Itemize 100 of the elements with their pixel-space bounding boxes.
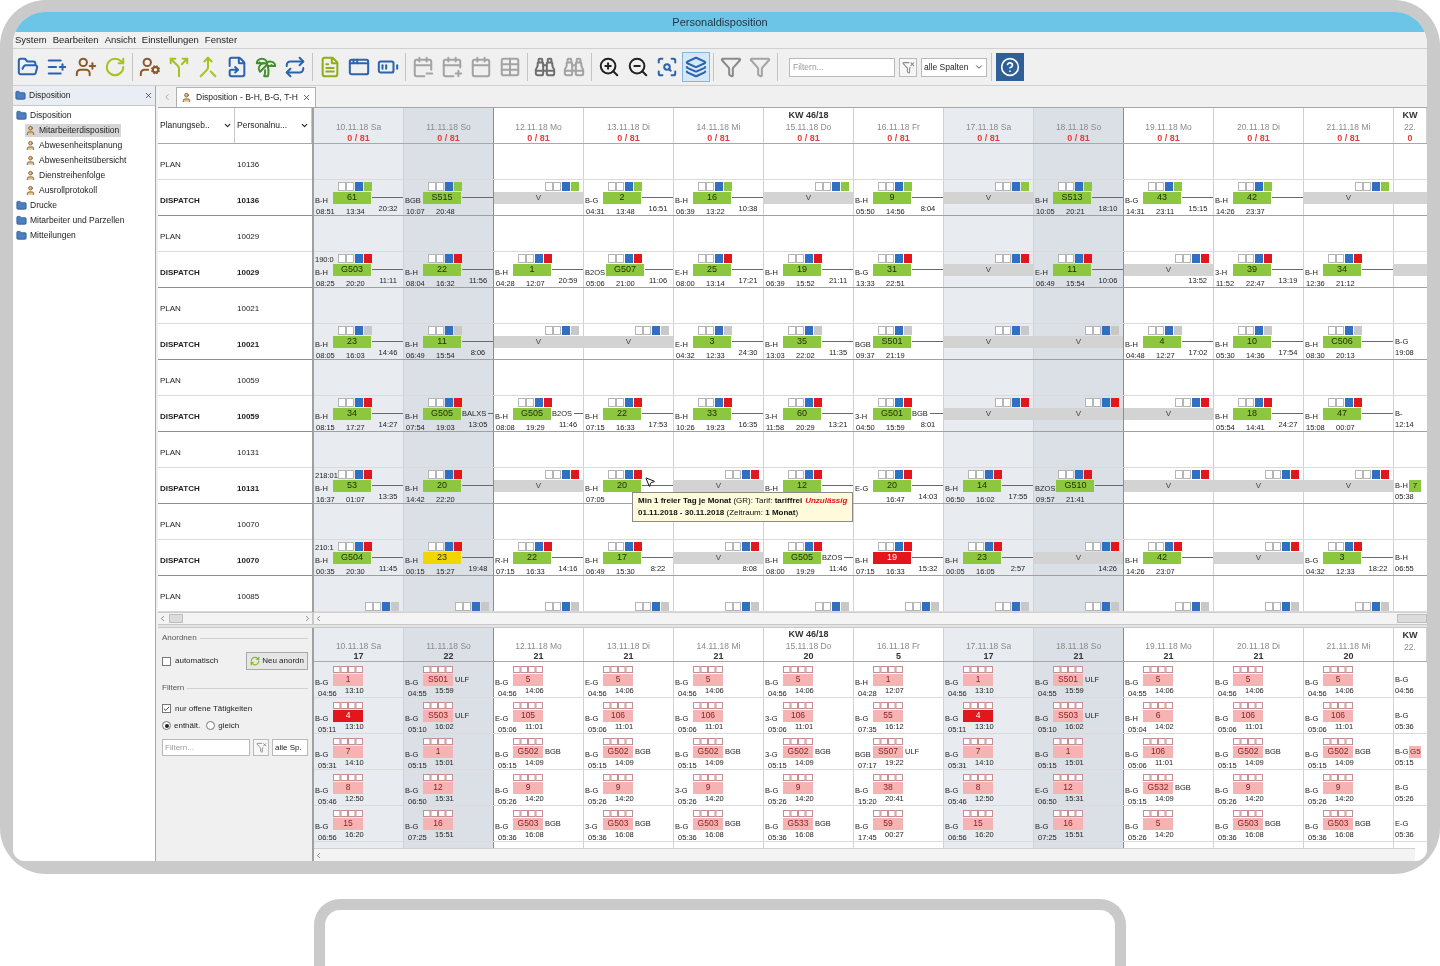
shift-block[interactable]: 9	[873, 191, 911, 204]
shift-block[interactable]: 5	[1233, 673, 1263, 686]
absence-bar[interactable]: V	[1214, 552, 1303, 564]
shift-block[interactable]: S503	[1053, 709, 1083, 722]
shift-block[interactable]: G503	[1323, 817, 1353, 830]
tree-item[interactable]: Mitarbeiter und Parzellen	[16, 214, 127, 227]
shift-block[interactable]: 5	[513, 673, 543, 686]
shift-block[interactable]: 33	[693, 407, 731, 420]
shift-block[interactable]: G533	[783, 817, 813, 830]
shift-block[interactable]: 106	[603, 709, 633, 722]
shift-block[interactable]: G510	[1056, 479, 1095, 492]
shift-block[interactable]: 15	[333, 817, 363, 830]
shift-block[interactable]: 22	[513, 551, 551, 564]
shift-block[interactable]: 31	[873, 263, 911, 276]
filter-field[interactable]: Filtern...	[162, 739, 250, 756]
tree-item[interactable]: Mitteilungen	[16, 229, 78, 242]
shift-block[interactable]: 106	[1323, 709, 1353, 722]
column-select[interactable]: alle Sp.	[272, 739, 308, 756]
shift-block[interactable]: 61	[333, 191, 371, 204]
absence-bar[interactable]: V	[494, 192, 583, 204]
absence-bar[interactable]: V	[674, 480, 763, 492]
shift-block[interactable]: 1	[873, 673, 903, 686]
column-header[interactable]: Planungseb..	[160, 121, 232, 130]
shift-block[interactable]: G503	[513, 817, 543, 830]
shift-block[interactable]: 20	[603, 479, 641, 492]
shift-block[interactable]: 8	[333, 781, 363, 794]
shift-block[interactable]: S503	[423, 709, 453, 722]
shift-block[interactable]: S515	[423, 191, 461, 204]
close-button[interactable]	[143, 90, 153, 101]
column-select[interactable]: alle Spalten	[921, 57, 987, 77]
shift-block[interactable]: 15	[963, 817, 993, 830]
shift-block[interactable]: G502	[1323, 745, 1353, 758]
shift-block[interactable]: 1	[1053, 745, 1083, 758]
shift-block[interactable]: S501	[423, 673, 453, 686]
menu-item[interactable]: System	[15, 35, 47, 45]
rearrange-button[interactable]: Neu anordn	[246, 652, 308, 670]
menu-item[interactable]: Ansicht	[104, 35, 136, 45]
shift-block[interactable]: 1	[423, 745, 453, 758]
shift-block[interactable]: 12	[783, 479, 821, 492]
shift-block[interactable]: 23	[423, 551, 461, 564]
shift-block[interactable]: S507	[873, 745, 903, 758]
shift-block[interactable]: G505	[783, 551, 821, 564]
shift-block[interactable]: 10	[1233, 335, 1271, 348]
shift-block[interactable]: 1	[963, 673, 993, 686]
shift-block[interactable]: 11	[1053, 263, 1091, 276]
shift-block[interactable]: 60	[783, 407, 821, 420]
shift-block[interactable]: 18	[1233, 407, 1271, 420]
shift-block[interactable]: G503	[693, 817, 723, 830]
shift-block[interactable]: 9	[693, 781, 723, 794]
shift-block[interactable]: G501	[873, 407, 911, 420]
shift-block[interactable]: 47	[1323, 407, 1361, 420]
shift-block[interactable]: 11	[423, 335, 461, 348]
shift-block[interactable]: G505	[513, 407, 551, 420]
shift-block[interactable]: 2	[603, 191, 641, 204]
shift-block[interactable]: 6	[1143, 709, 1173, 722]
filter-field[interactable]: Filtern...	[789, 57, 895, 77]
shift-block[interactable]: 17	[603, 551, 641, 564]
shift-block[interactable]: 9	[783, 781, 813, 794]
shift-block[interactable]: 3	[693, 335, 731, 348]
shift-block[interactable]: 9	[603, 781, 633, 794]
shift-block[interactable]: 5	[1143, 673, 1173, 686]
radio-button[interactable]	[206, 721, 216, 730]
horizontal-scrollbar[interactable]	[314, 612, 1427, 624]
menu-item[interactable]: Bearbeiten	[52, 35, 99, 45]
clear-filter-button[interactable]	[899, 57, 917, 77]
horizontal-scrollbar[interactable]	[158, 612, 314, 624]
shift-block[interactable]: 5	[783, 673, 813, 686]
shift-block[interactable]: S513	[1053, 191, 1091, 204]
shift-block[interactable]: 3	[1323, 551, 1361, 564]
shift-block[interactable]: G507	[606, 263, 644, 276]
absence-bar[interactable]: V	[1124, 408, 1213, 420]
shift-block[interactable]: 106	[1233, 709, 1263, 722]
shift-block[interactable]: 12	[1053, 781, 1083, 794]
scrollbar-thumb[interactable]	[169, 614, 183, 623]
tree-item[interactable]: Mitarbeiterdisposition	[25, 124, 122, 137]
tree-item[interactable]: Disposition	[16, 109, 74, 122]
absence-bar[interactable]: V	[1214, 480, 1303, 492]
shift-block[interactable]: 4	[1143, 335, 1181, 348]
shift-block[interactable]: S501	[873, 335, 911, 348]
shift-block[interactable]: 42	[1143, 551, 1181, 564]
shift-block[interactable]: 5	[693, 673, 723, 686]
absence-bar[interactable]: V	[944, 264, 1033, 276]
absence-bar[interactable]: V	[944, 408, 1033, 420]
absence-bar[interactable]: V	[1034, 336, 1123, 348]
shift-block[interactable]: 4	[333, 709, 363, 722]
shift-block[interactable]: 1	[513, 263, 551, 276]
shift-block[interactable]: 106	[693, 709, 723, 722]
shift-block[interactable]: 16	[423, 817, 453, 830]
shift-block[interactable]: 25	[693, 263, 731, 276]
document-tab[interactable]: Disposition - B-H, B-G, T-H	[176, 87, 316, 107]
shift-block[interactable]: 59	[873, 817, 903, 830]
absence-bar[interactable]: V	[1124, 264, 1213, 276]
shift-block[interactable]: G503	[603, 817, 633, 830]
absence-bar[interactable]: V	[1034, 408, 1123, 420]
shift-block[interactable]: 42	[1233, 191, 1271, 204]
absence-bar[interactable]: V	[584, 336, 673, 348]
shift-block[interactable]: 16	[693, 191, 731, 204]
absence-bar[interactable]: V	[1304, 480, 1393, 492]
shift-block[interactable]: 23	[333, 335, 371, 348]
shift-block[interactable]: S501	[1053, 673, 1083, 686]
